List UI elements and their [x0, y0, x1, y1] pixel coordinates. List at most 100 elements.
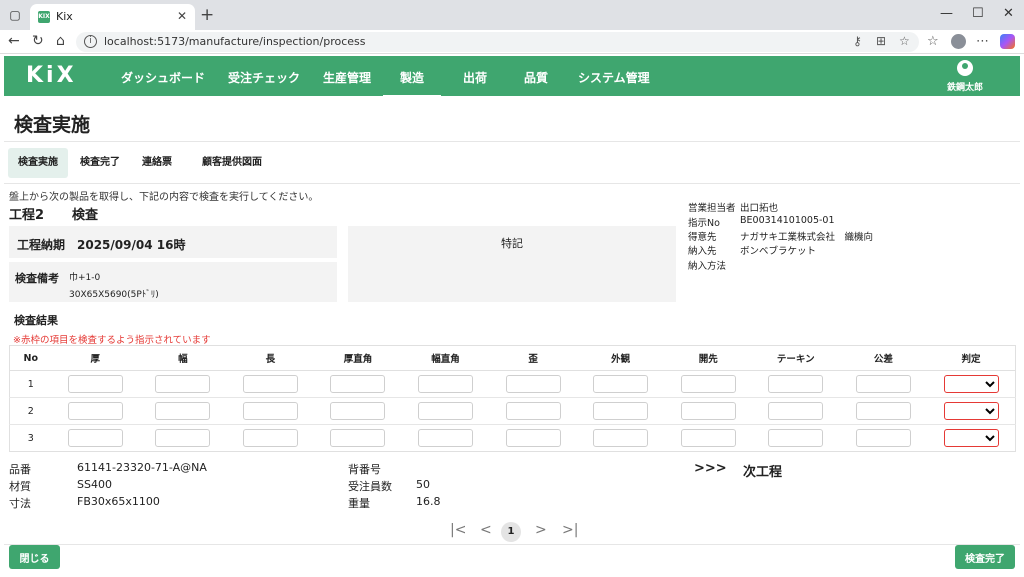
- more-menu-icon[interactable]: ⋯: [976, 34, 989, 49]
- order-qty-value: 50: [416, 478, 430, 491]
- column-header: 判定: [927, 345, 1016, 371]
- row-number: 2: [9, 397, 52, 425]
- measurement-input[interactable]: [855, 375, 911, 393]
- last-page-icon[interactable]: >|: [562, 522, 578, 538]
- favorites-icon[interactable]: ☆: [927, 34, 939, 49]
- result-cell: [314, 425, 402, 452]
- nav-manufacture[interactable]: 製造: [382, 69, 442, 97]
- measurement-input[interactable]: [680, 429, 736, 447]
- new-tab-icon[interactable]: +: [200, 5, 214, 25]
- browser-tab-bar: ▢ KIX Kix ✕ + — ☐ ✕: [0, 0, 1024, 30]
- profile-avatar[interactable]: [951, 34, 966, 49]
- memo-line-1: 巾+1-0: [69, 273, 101, 283]
- result-cell: [839, 370, 928, 398]
- measurement-input[interactable]: [418, 402, 474, 420]
- measurement-input[interactable]: [593, 402, 649, 420]
- result-cell: [576, 370, 665, 398]
- measurement-input[interactable]: [593, 375, 649, 393]
- current-page[interactable]: 1: [501, 522, 521, 542]
- url-field[interactable]: i localhost:5173/manufacture/inspection/…: [76, 32, 919, 52]
- process-name: 検査: [72, 208, 99, 223]
- judgement-select[interactable]: [943, 429, 999, 447]
- result-cell: [314, 370, 402, 398]
- measurement-input[interactable]: [680, 375, 736, 393]
- judgement-select[interactable]: [943, 402, 999, 420]
- tab-customer-drawing[interactable]: 顧客提供図面: [192, 148, 272, 178]
- measurement-input[interactable]: [330, 402, 386, 420]
- size-label: 寸法: [9, 497, 31, 510]
- measurement-input[interactable]: [855, 429, 911, 447]
- copilot-icon[interactable]: [1000, 34, 1015, 49]
- maximize-icon[interactable]: ☐: [972, 6, 984, 21]
- browser-tab-title: Kix: [56, 10, 73, 23]
- column-header: 公差: [839, 345, 928, 371]
- measurement-input[interactable]: [593, 429, 649, 447]
- measurement-input[interactable]: [680, 402, 736, 420]
- close-window-icon[interactable]: ✕: [1003, 6, 1014, 21]
- nav-system[interactable]: システム管理: [578, 69, 650, 86]
- tab-contact-slip[interactable]: 連絡票: [132, 148, 182, 178]
- column-header: 開先: [664, 345, 752, 371]
- complete-inspection-button[interactable]: 検査完了: [955, 545, 1015, 569]
- measurement-input[interactable]: [155, 375, 211, 393]
- measurement-input[interactable]: [330, 375, 386, 393]
- tab-inspection[interactable]: 検査実施: [8, 148, 68, 178]
- measurement-input[interactable]: [242, 402, 298, 420]
- app-icon[interactable]: ⊞: [876, 34, 886, 48]
- nav-quality[interactable]: 品質: [524, 69, 548, 86]
- info-key: 得意先: [688, 232, 717, 243]
- special-notes-label: 特記: [501, 237, 523, 250]
- measurement-input[interactable]: [505, 429, 561, 447]
- measurement-input[interactable]: [155, 402, 211, 420]
- close-button[interactable]: 閉じる: [9, 545, 60, 569]
- nav-dashboard[interactable]: ダッシュボード: [121, 69, 205, 86]
- table-row: 3: [10, 425, 1016, 452]
- minimize-icon[interactable]: —: [940, 6, 953, 21]
- measurement-input[interactable]: [418, 375, 474, 393]
- measurement-input[interactable]: [768, 429, 824, 447]
- measurement-input[interactable]: [67, 402, 123, 420]
- result-cell: [664, 425, 752, 452]
- deadline-label: 工程納期: [17, 238, 66, 252]
- measurement-input[interactable]: [855, 402, 911, 420]
- measurement-input[interactable]: [768, 375, 824, 393]
- nav-production[interactable]: 生産管理: [323, 69, 371, 86]
- measurement-input[interactable]: [67, 375, 123, 393]
- memo-line-2: 30X65X5690(5Pﾄﾞﾘ): [69, 290, 159, 300]
- measurement-input[interactable]: [67, 429, 123, 447]
- measurement-input[interactable]: [418, 429, 474, 447]
- first-page-icon[interactable]: |<: [450, 522, 466, 538]
- measurement-input[interactable]: [242, 375, 298, 393]
- material-value: SS400: [77, 478, 112, 491]
- info-value: ボンベブラケット: [740, 246, 817, 257]
- prev-page-icon[interactable]: <: [480, 522, 492, 538]
- tab-inspection-done[interactable]: 検査完了: [70, 148, 130, 178]
- divider: [4, 141, 1020, 142]
- instruction-text: 盤上から次の製品を取得し、下記の内容で検査を実行してください。: [9, 192, 319, 203]
- close-tab-icon[interactable]: ✕: [177, 9, 187, 23]
- result-cell: [752, 370, 840, 398]
- row-number: 3: [27, 432, 34, 444]
- result-cell: [840, 425, 928, 452]
- measurement-input[interactable]: [505, 402, 561, 420]
- user-menu[interactable]: 鉄鋼太郎: [939, 60, 991, 93]
- judgement-select[interactable]: [943, 375, 999, 393]
- home-icon[interactable]: ⌂: [56, 33, 65, 49]
- measurement-input[interactable]: [505, 375, 561, 393]
- nav-order-check[interactable]: 受注チェック: [228, 69, 300, 86]
- reload-icon[interactable]: ↻: [32, 33, 44, 49]
- nav-shipping[interactable]: 出荷: [463, 69, 487, 86]
- site-info-icon[interactable]: i: [84, 35, 97, 48]
- result-cell: [139, 425, 227, 452]
- measurement-input[interactable]: [155, 429, 211, 447]
- tab-actions-icon[interactable]: ▢: [8, 8, 22, 22]
- key-icon[interactable]: ⚷: [853, 34, 862, 48]
- favorite-star-icon[interactable]: ☆: [899, 34, 910, 48]
- measurement-input[interactable]: [242, 429, 298, 447]
- back-icon[interactable]: ←: [8, 33, 20, 49]
- browser-tab[interactable]: KIX Kix ✕: [30, 4, 195, 30]
- measurement-input[interactable]: [768, 402, 824, 420]
- next-page-icon[interactable]: >: [535, 522, 547, 538]
- kix-logo[interactable]: KiX: [26, 63, 77, 88]
- measurement-input[interactable]: [330, 429, 386, 447]
